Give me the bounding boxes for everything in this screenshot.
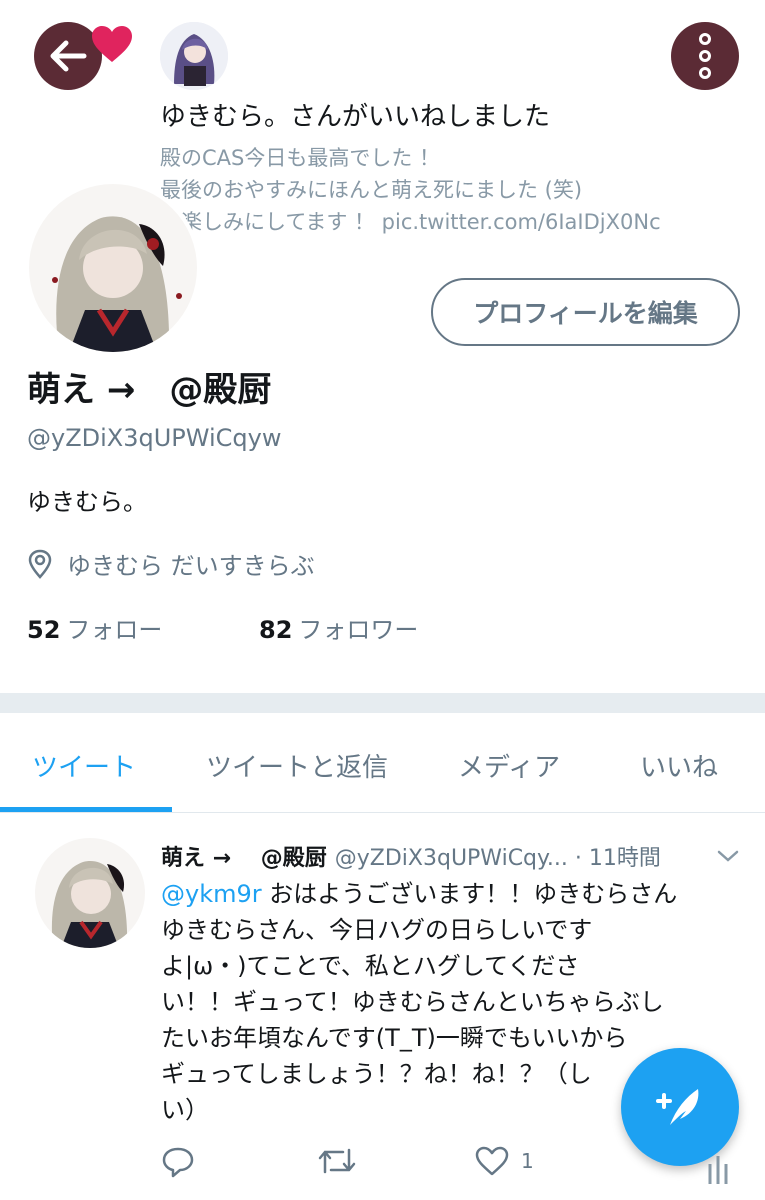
profile-stats: 52 フォロー 82 フォロワー [27,610,418,645]
tweet-line: たいお年頃なんです(T_T)一瞬でもいいから [161,1024,628,1052]
like-count: 1 [521,1149,534,1173]
active-tab-indicator [0,807,172,812]
retweet-button[interactable] [317,1146,357,1176]
liker-avatar[interactable] [160,22,228,90]
liked-tweet-line: 最後のおやすみにほんと萌え死にました (笑) [160,178,583,202]
reply-button[interactable] [161,1146,195,1178]
profile-bio: ゆきむら。 [27,488,147,516]
tweet-author-name[interactable]: 萌え → @殿厨 [161,846,327,871]
following-count: 52 [27,616,61,644]
tweet-header: 萌え → @殿厨 @yZDiX3qUPWiCqy... · 11時間 [161,840,741,872]
scroll-handle-icon [708,1156,728,1184]
tweet-line: ゆきむらさん、今日ハグの日らしいです [161,916,593,944]
more-options-button[interactable] [671,22,739,90]
liked-tweet-line: も楽しみにしてます ！ pic.twitter.com/6IaIDjX0Nc [160,210,661,234]
tweet-line: @ykm9r おはようございます！！ゆきむらさん [161,880,678,908]
section-divider [0,693,765,713]
tab-media[interactable]: メディア [458,747,560,784]
profile-location: ゆきむら だいすきらぶ [27,546,315,581]
more-vertical-icon [699,33,711,45]
liked-tweet-preview[interactable]: 殿のCAS今日も最高でした ！ 最後のおやすみにほんと萌え死にました (笑) も… [160,142,661,238]
compose-tweet-button[interactable] [621,1048,739,1166]
following-label: フォロー [66,616,163,644]
chevron-down-icon[interactable] [716,848,740,864]
edit-profile-button[interactable]: プロフィールを編集 [431,278,740,346]
tweet-line: よ|ω・)てことで、私とハグしてくださ [161,952,580,980]
display-name: 萌え → @殿厨 [27,370,272,410]
tweet-avatar[interactable] [35,838,145,948]
followers-count: 82 [259,616,293,644]
tweet-actions: 1 [161,1146,721,1186]
tweet-mention[interactable]: @ykm9r [161,880,262,908]
followers-label: フォロワー [298,616,419,644]
liked-tweet-line: 殿のCAS今日も最高でした ！ [160,146,441,170]
tweet-line: い！！ギュって！ゆきむらさんといちゃらぶし [161,988,664,1016]
following-stat[interactable]: 52 フォロー [27,616,162,644]
tweet-meta: @yZDiX3qUPWiCqy... · 11時間 [334,846,661,871]
like-notification-title: ゆきむら。さんがいいねしました [160,102,551,132]
tab-tweets-replies[interactable]: ツイートと返信 [206,747,388,784]
reply-icon [162,1147,194,1178]
retweet-icon [318,1148,356,1174]
tab-tweets[interactable]: ツイート [32,747,136,784]
tab-likes[interactable]: いいね [640,747,718,784]
compose-feather-icon [656,1089,699,1125]
followers-stat[interactable]: 82 フォロワー [259,610,418,645]
profile-handle: @yZDiX3qUPWiCqyw [27,424,282,452]
like-button[interactable]: 1 [475,1146,534,1176]
location-text: ゆきむら だいすきらぶ [67,552,315,580]
location-pin-icon [28,549,52,579]
arrow-left-icon [50,40,87,72]
profile-avatar[interactable] [25,180,201,356]
heart-outline-icon [475,1146,509,1176]
profile-tabs: ツイート ツイートと返信 メディア いいね [0,713,765,813]
heart-icon [92,26,132,62]
